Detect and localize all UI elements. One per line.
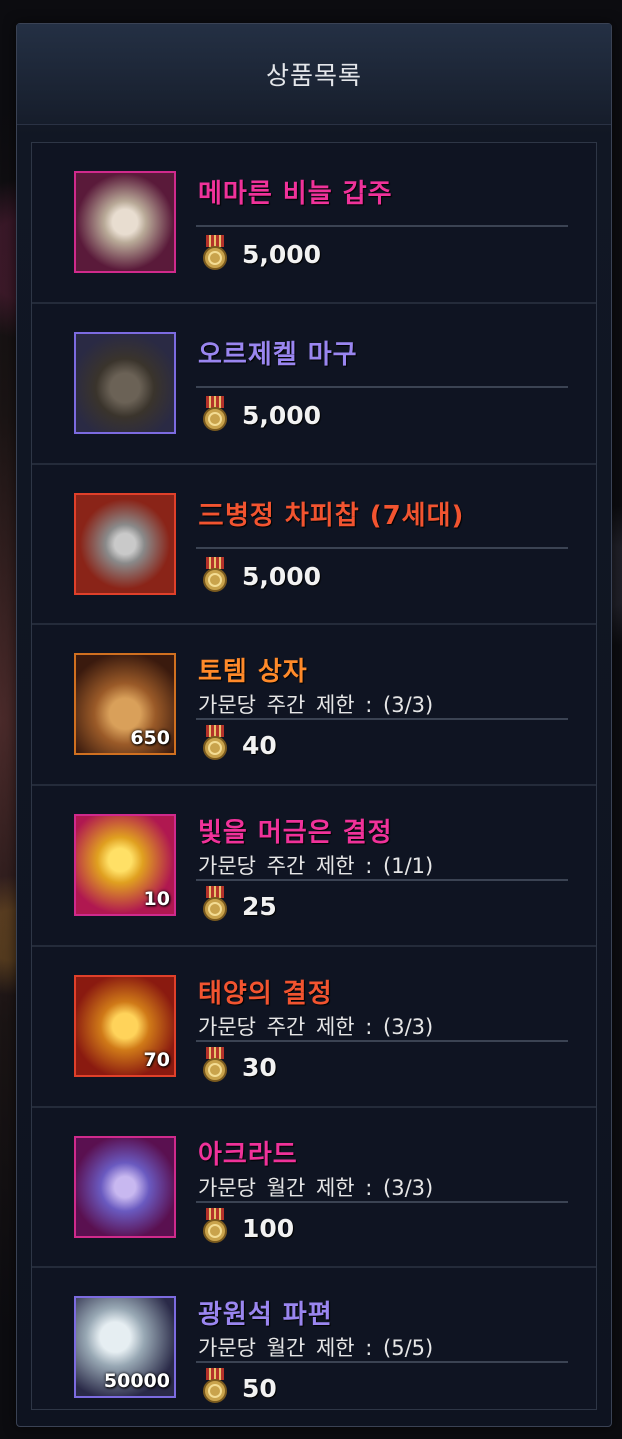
item-name: 아크라드: [198, 1139, 298, 1170]
medal-icon: [200, 1046, 230, 1083]
medal-icon: [200, 1368, 230, 1404]
item-price: 25: [242, 892, 277, 921]
item-art: [76, 1137, 174, 1236]
list-item[interactable]: 아크라드가문당 월간 제한 : (3/3) 100: [32, 1108, 596, 1269]
divider: [196, 546, 568, 549]
list-item[interactable]: 50000 광원석 파편가문당 월간 제한 : (5/5) 50: [32, 1268, 596, 1429]
armor-icon[interactable]: [74, 171, 176, 273]
item-name: 광원석 파편: [198, 1300, 333, 1331]
item-quantity: 10: [143, 888, 170, 910]
totem-box-icon[interactable]: 650: [74, 653, 176, 756]
list-item[interactable]: 메마른 비늘 갑주 5,000: [32, 143, 596, 304]
divider: [196, 225, 568, 227]
item-art: [76, 173, 174, 271]
item-price: 40: [242, 731, 277, 761]
list-item[interactable]: 10 빛을 머금은 결정가문당 주간 제한 : (1/1) 25: [32, 786, 596, 947]
item-quantity: 70: [143, 1048, 170, 1071]
crystal-icon[interactable]: 10: [74, 814, 176, 916]
item-art: [76, 333, 174, 432]
list-item[interactable]: 오르제켈 마구 5,000: [32, 304, 596, 465]
item-name: 三병정 차피찹 (7세대): [198, 500, 465, 531]
item-name: 메마른 비늘 갑주: [198, 179, 393, 209]
purchase-limit: 가문당 월간 제한 : (3/3): [198, 1175, 434, 1200]
item-price: 5,000: [242, 240, 322, 269]
medal-icon: [200, 235, 230, 271]
sun-crystal-icon[interactable]: 70: [74, 974, 176, 1077]
item-name: 토템 상자: [198, 657, 308, 688]
item-name: 오르제켈 마구: [198, 339, 358, 370]
list-item[interactable]: 70 태양의 결정가문당 주간 제한 : (3/3) 30: [32, 947, 596, 1108]
item-price: 30: [242, 1052, 277, 1082]
purchase-limit: 가문당 주간 제한 : (3/3): [198, 1014, 434, 1039]
medal-icon: [200, 886, 230, 922]
purchase-limit: 가문당 월간 제한 : (5/5): [198, 1336, 434, 1361]
product-list[interactable]: 메마른 비늘 갑주 5,000 오르제켈 마구 5,000 三병정 차피찹 (7세대…: [31, 142, 597, 1410]
list-item[interactable]: 三병정 차피찹 (7세대) 5,000: [32, 465, 596, 626]
item-quantity: 650: [130, 727, 170, 750]
divider: [196, 879, 568, 881]
panel-title: 상품목록: [17, 24, 611, 125]
medal-icon: [200, 395, 230, 432]
item-name: 빛을 머금은 결정: [198, 818, 393, 848]
item-art: [76, 494, 174, 593]
item-name: 태양의 결정: [198, 978, 333, 1009]
item-price: 50: [242, 1374, 277, 1404]
divider: [196, 718, 568, 721]
divider: [196, 1361, 568, 1364]
medal-icon: [200, 725, 230, 761]
item-quantity: 50000: [103, 1370, 170, 1393]
medal-icon: [200, 556, 230, 593]
item-price: 5,000: [242, 561, 322, 591]
horse-armor-icon[interactable]: [74, 331, 176, 434]
list-item[interactable]: 650 토템 상자가문당 주간 제한 : (3/3) 40: [32, 625, 596, 786]
purchase-limit: 가문당 주간 제한 : (3/3): [198, 693, 434, 718]
divider: [196, 385, 568, 388]
item-price: 100: [242, 1213, 295, 1243]
rabbit-pet-icon[interactable]: [74, 492, 176, 595]
item-price: 5,000: [242, 400, 322, 430]
divider: [196, 1200, 568, 1203]
purchase-limit: 가문당 주간 제한 : (1/1): [198, 854, 434, 878]
ore-icon[interactable]: [74, 1135, 176, 1238]
divider: [196, 1039, 568, 1042]
ore-shard-icon[interactable]: 50000: [74, 1296, 176, 1399]
medal-icon: [200, 1207, 230, 1244]
shop-panel: 상품목록 메마른 비늘 갑주 5,000 오르제켈 마구 5,000 三병정 차피찹…: [16, 23, 612, 1427]
